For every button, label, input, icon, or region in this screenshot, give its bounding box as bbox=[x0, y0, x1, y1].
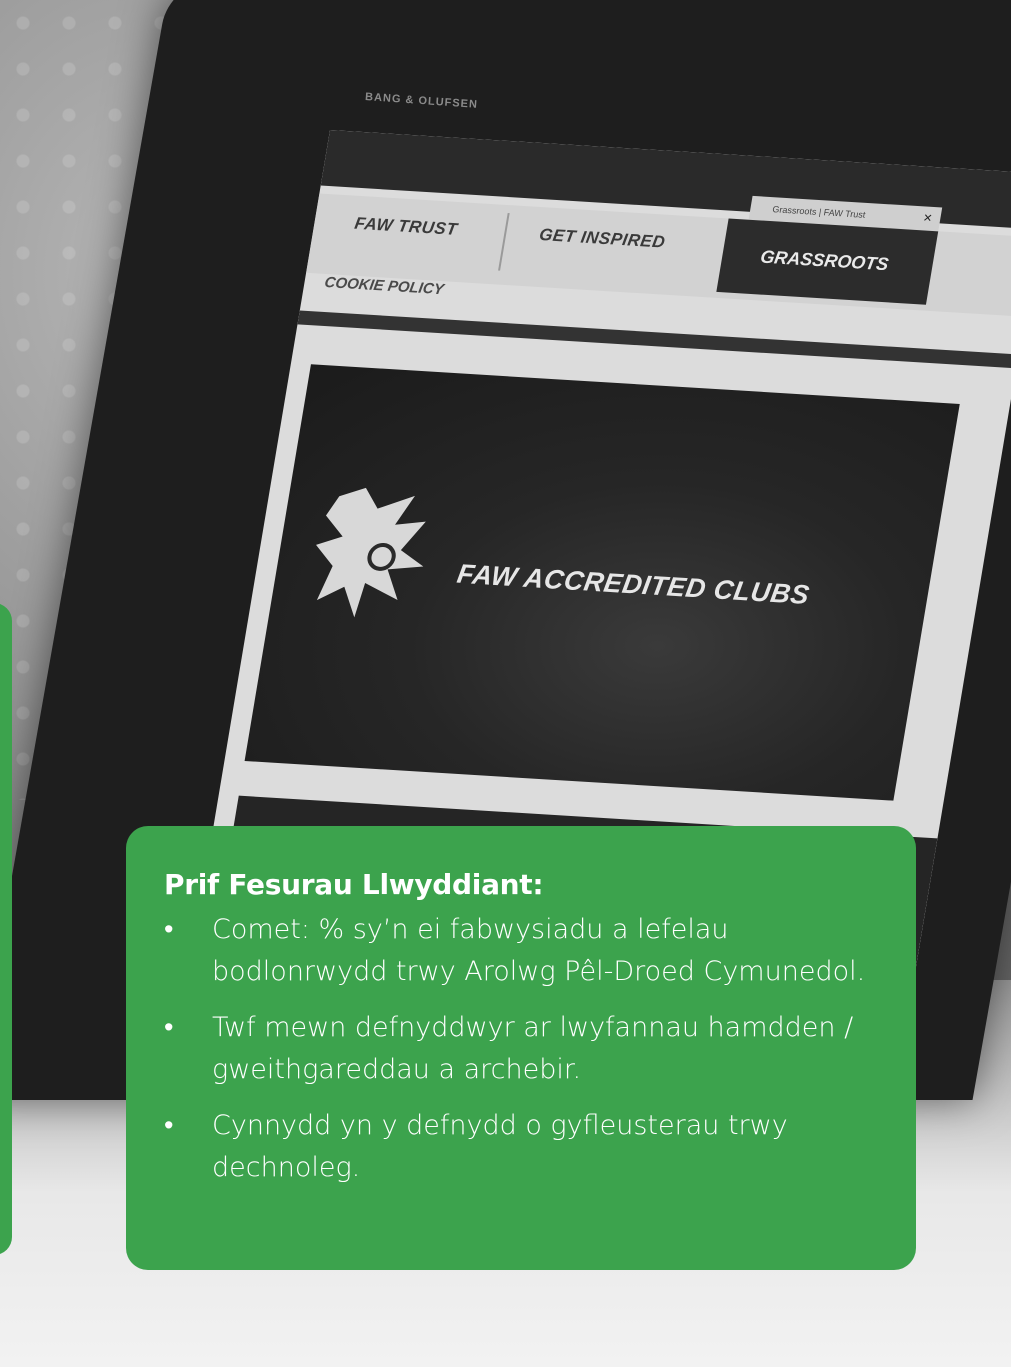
nav-item-faw-trust: FAW TRUST bbox=[353, 213, 459, 239]
bullet-icon: • bbox=[164, 1012, 174, 1043]
bullet-icon: • bbox=[164, 914, 174, 945]
nav-item-grassroots-label: GRASSROOTS bbox=[758, 246, 891, 275]
list-item-text: Twf mewn defnyddwyr ar lwyfannau hamdden… bbox=[212, 1012, 854, 1085]
bullet-icon: • bbox=[164, 1110, 174, 1141]
list-item: • Cynnydd yn y defnydd o gyfleusterau tr… bbox=[164, 1105, 876, 1189]
card-heading: Prif Fesurau Llwyddiant: bbox=[164, 868, 544, 901]
dark-strip bbox=[297, 310, 1011, 369]
success-measures-card: Prif Fesurau Llwyddiant: • Comet: % sy’n… bbox=[126, 826, 916, 1270]
list-item: • Comet: % sy’n ei fabwysiadu a lefelau … bbox=[164, 909, 876, 993]
measures-list: • Comet: % sy’n ei fabwysiadu a lefelau … bbox=[164, 909, 876, 1189]
browser-tab-title: Grassroots | FAW Trust bbox=[771, 204, 867, 220]
close-icon: ✕ bbox=[922, 212, 934, 225]
list-item-text: Cynnydd yn y defnydd o gyfleusterau trwy… bbox=[212, 1110, 788, 1183]
list-item: • Twf mewn defnyddwyr ar lwyfannau hamdd… bbox=[164, 1007, 876, 1091]
hero-banner: FAW ACCREDITED CLUBS bbox=[244, 364, 960, 801]
dragon-logo-icon bbox=[316, 487, 426, 618]
nav-divider bbox=[498, 213, 510, 271]
hero-title: FAW ACCREDITED CLUBS bbox=[454, 558, 812, 611]
list-item-text: Comet: % sy’n ei fabwysiadu a lefelau bo… bbox=[212, 914, 866, 987]
nav-item-get-inspired: GET INSPIRED bbox=[537, 225, 667, 252]
nav-item-grassroots: GRASSROOTS bbox=[716, 218, 939, 305]
side-green-panel bbox=[0, 603, 12, 1255]
